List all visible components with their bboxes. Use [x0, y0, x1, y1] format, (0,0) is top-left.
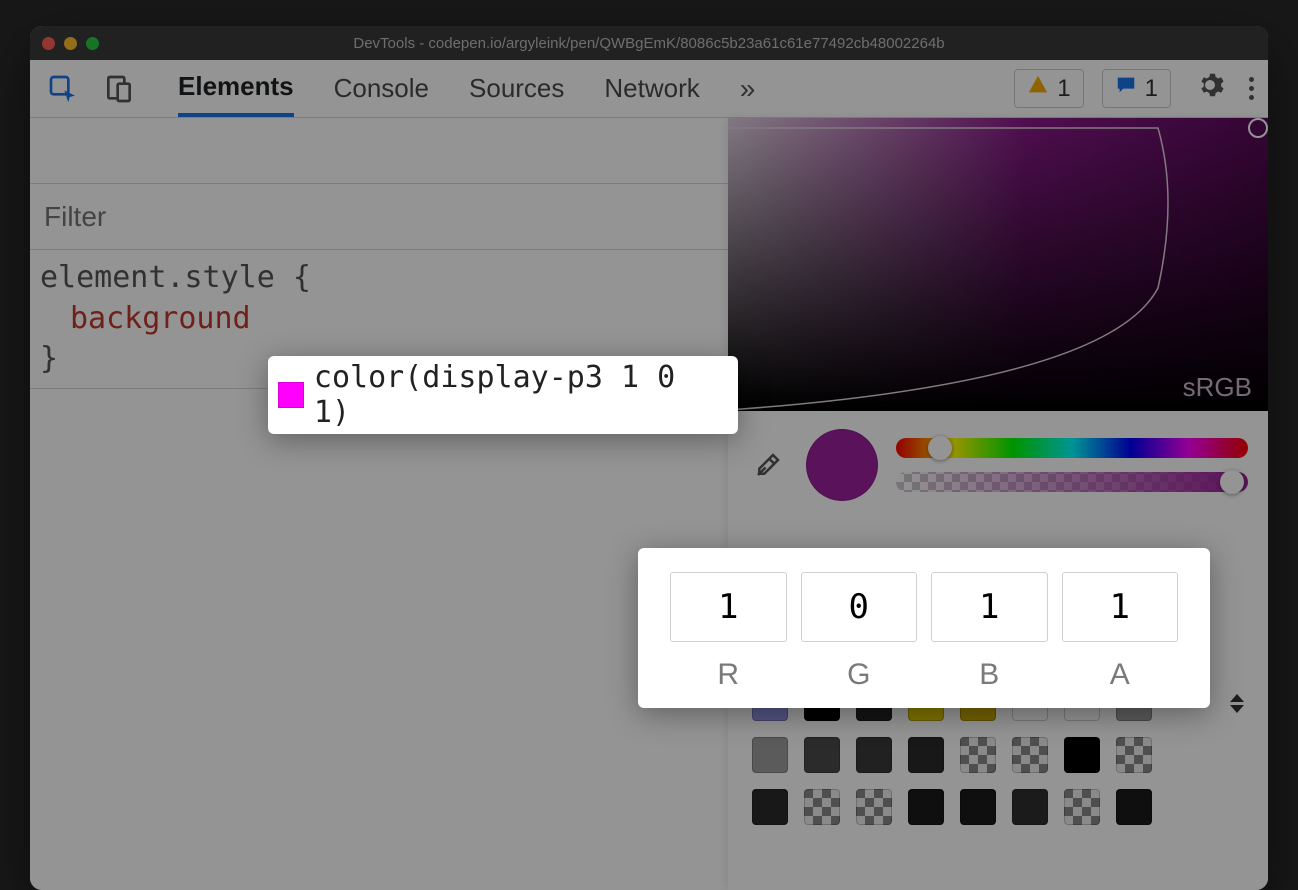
device-toolbar-icon[interactable]	[100, 70, 138, 108]
color-value-text[interactable]: color(display-p3 1 0 1)	[314, 360, 728, 430]
issues-count: 1	[1145, 75, 1158, 103]
palette-swatch[interactable]	[856, 789, 892, 825]
palette-swatch[interactable]	[960, 789, 996, 825]
channel-g: G	[801, 572, 918, 694]
alpha-slider[interactable]	[896, 472, 1248, 492]
gear-icon[interactable]	[1195, 70, 1225, 108]
window-title: DevTools - codepen.io/argyleink/pen/QWBg…	[30, 35, 1268, 52]
eyedropper-icon[interactable]	[748, 445, 788, 485]
channel-input-b[interactable]	[931, 572, 1048, 642]
channel-a: A	[1062, 572, 1179, 694]
rgba-inputs-popover: RGBA	[638, 548, 1210, 708]
color-picker: sRGB	[728, 118, 1268, 890]
palette-swatch[interactable]	[1012, 789, 1048, 825]
tab-network[interactable]: Network	[604, 60, 699, 117]
warning-icon	[1027, 74, 1049, 103]
channel-input-a[interactable]	[1062, 572, 1179, 642]
current-color-swatch	[806, 429, 878, 501]
palette-expand-icon[interactable]	[1230, 694, 1244, 713]
maximize-icon[interactable]	[86, 37, 99, 50]
channel-r: R	[670, 572, 787, 694]
palette-swatch[interactable]	[752, 789, 788, 825]
palette-swatch[interactable]	[1064, 737, 1100, 773]
alpha-thumb[interactable]	[1220, 470, 1244, 494]
channel-b: B	[931, 572, 1048, 694]
property-name[interactable]: background	[70, 301, 251, 336]
palette-swatch[interactable]	[1012, 737, 1048, 773]
palette-swatch[interactable]	[908, 737, 944, 773]
color-value-popover: color(display-p3 1 0 1)	[268, 356, 738, 434]
issues-badge[interactable]: 1	[1102, 69, 1171, 108]
titlebar: DevTools - codepen.io/argyleink/pen/QWBg…	[30, 26, 1268, 60]
color-gamut-area[interactable]: sRGB	[728, 118, 1268, 411]
palette-swatch[interactable]	[960, 737, 996, 773]
palette-swatch[interactable]	[1116, 789, 1152, 825]
close-icon[interactable]	[42, 37, 55, 50]
palette-row	[752, 789, 1244, 825]
devtools-window: DevTools - codepen.io/argyleink/pen/QWBg…	[30, 26, 1268, 890]
channel-input-r[interactable]	[670, 572, 787, 642]
channel-label: G	[847, 658, 870, 692]
palette-swatch[interactable]	[908, 789, 944, 825]
inspect-element-icon[interactable]	[44, 70, 82, 108]
kebab-menu-icon[interactable]	[1249, 77, 1254, 100]
gamut-label: sRGB	[1183, 372, 1252, 403]
palette-swatch[interactable]	[752, 737, 788, 773]
color-swatch-icon[interactable]	[278, 382, 304, 408]
hue-thumb[interactable]	[928, 436, 952, 460]
traffic-lights	[42, 37, 99, 50]
channel-input-g[interactable]	[801, 572, 918, 642]
channel-label: A	[1110, 658, 1130, 692]
palette-swatch[interactable]	[804, 789, 840, 825]
palette-swatch[interactable]	[856, 737, 892, 773]
palette-swatch[interactable]	[1064, 789, 1100, 825]
minimize-icon[interactable]	[64, 37, 77, 50]
palette-row	[752, 737, 1244, 773]
panel-tabs: Elements Console Sources Network	[178, 60, 700, 117]
warnings-count: 1	[1057, 75, 1070, 103]
palette-swatch[interactable]	[804, 737, 840, 773]
channel-label: R	[717, 658, 739, 692]
tab-sources[interactable]: Sources	[469, 60, 564, 117]
devtools-toolbar: Elements Console Sources Network » 1 1	[30, 60, 1268, 118]
more-tabs-icon[interactable]: »	[740, 73, 756, 105]
warnings-badge[interactable]: 1	[1014, 69, 1083, 108]
tab-elements[interactable]: Elements	[178, 60, 294, 117]
palette-swatch[interactable]	[1116, 737, 1152, 773]
tab-console[interactable]: Console	[334, 60, 429, 117]
channel-label: B	[979, 658, 999, 692]
issues-icon	[1115, 74, 1137, 103]
hue-slider[interactable]	[896, 438, 1248, 458]
